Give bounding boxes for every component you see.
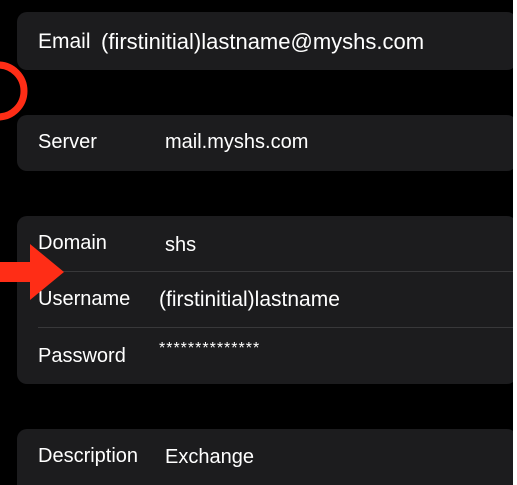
- server-row[interactable]: Server mail.myshs.com: [17, 115, 513, 171]
- username-field[interactable]: (firstinitial)lastname: [159, 288, 340, 312]
- row-divider: [38, 271, 513, 272]
- server-label: Server: [38, 131, 97, 153]
- domain-field[interactable]: shs: [165, 234, 196, 257]
- description-field[interactable]: Exchange: [165, 446, 254, 469]
- credentials-group: Domain shs Username (firstinitial)lastna…: [17, 216, 513, 384]
- row-divider: [38, 327, 513, 328]
- username-label: Username: [38, 288, 131, 310]
- server-field[interactable]: mail.myshs.com: [165, 131, 308, 154]
- description-label: Description: [38, 445, 139, 467]
- email-row[interactable]: Email (firstinitial)lastname@myshs.com: [17, 12, 513, 68]
- email-label: Email: [38, 30, 91, 53]
- email-group: Email (firstinitial)lastname@myshs.com: [17, 12, 513, 70]
- description-group: Description Exchange: [17, 429, 513, 485]
- password-field[interactable]: **************: [159, 340, 260, 358]
- email-field[interactable]: (firstinitial)lastname@myshs.com: [101, 29, 424, 55]
- account-settings-screen: Email (firstinitial)lastname@myshs.com S…: [0, 0, 513, 485]
- server-group: Server mail.myshs.com: [17, 115, 513, 171]
- domain-label: Domain: [38, 232, 107, 254]
- password-label: Password: [38, 345, 126, 367]
- description-row[interactable]: Description Exchange: [17, 429, 513, 485]
